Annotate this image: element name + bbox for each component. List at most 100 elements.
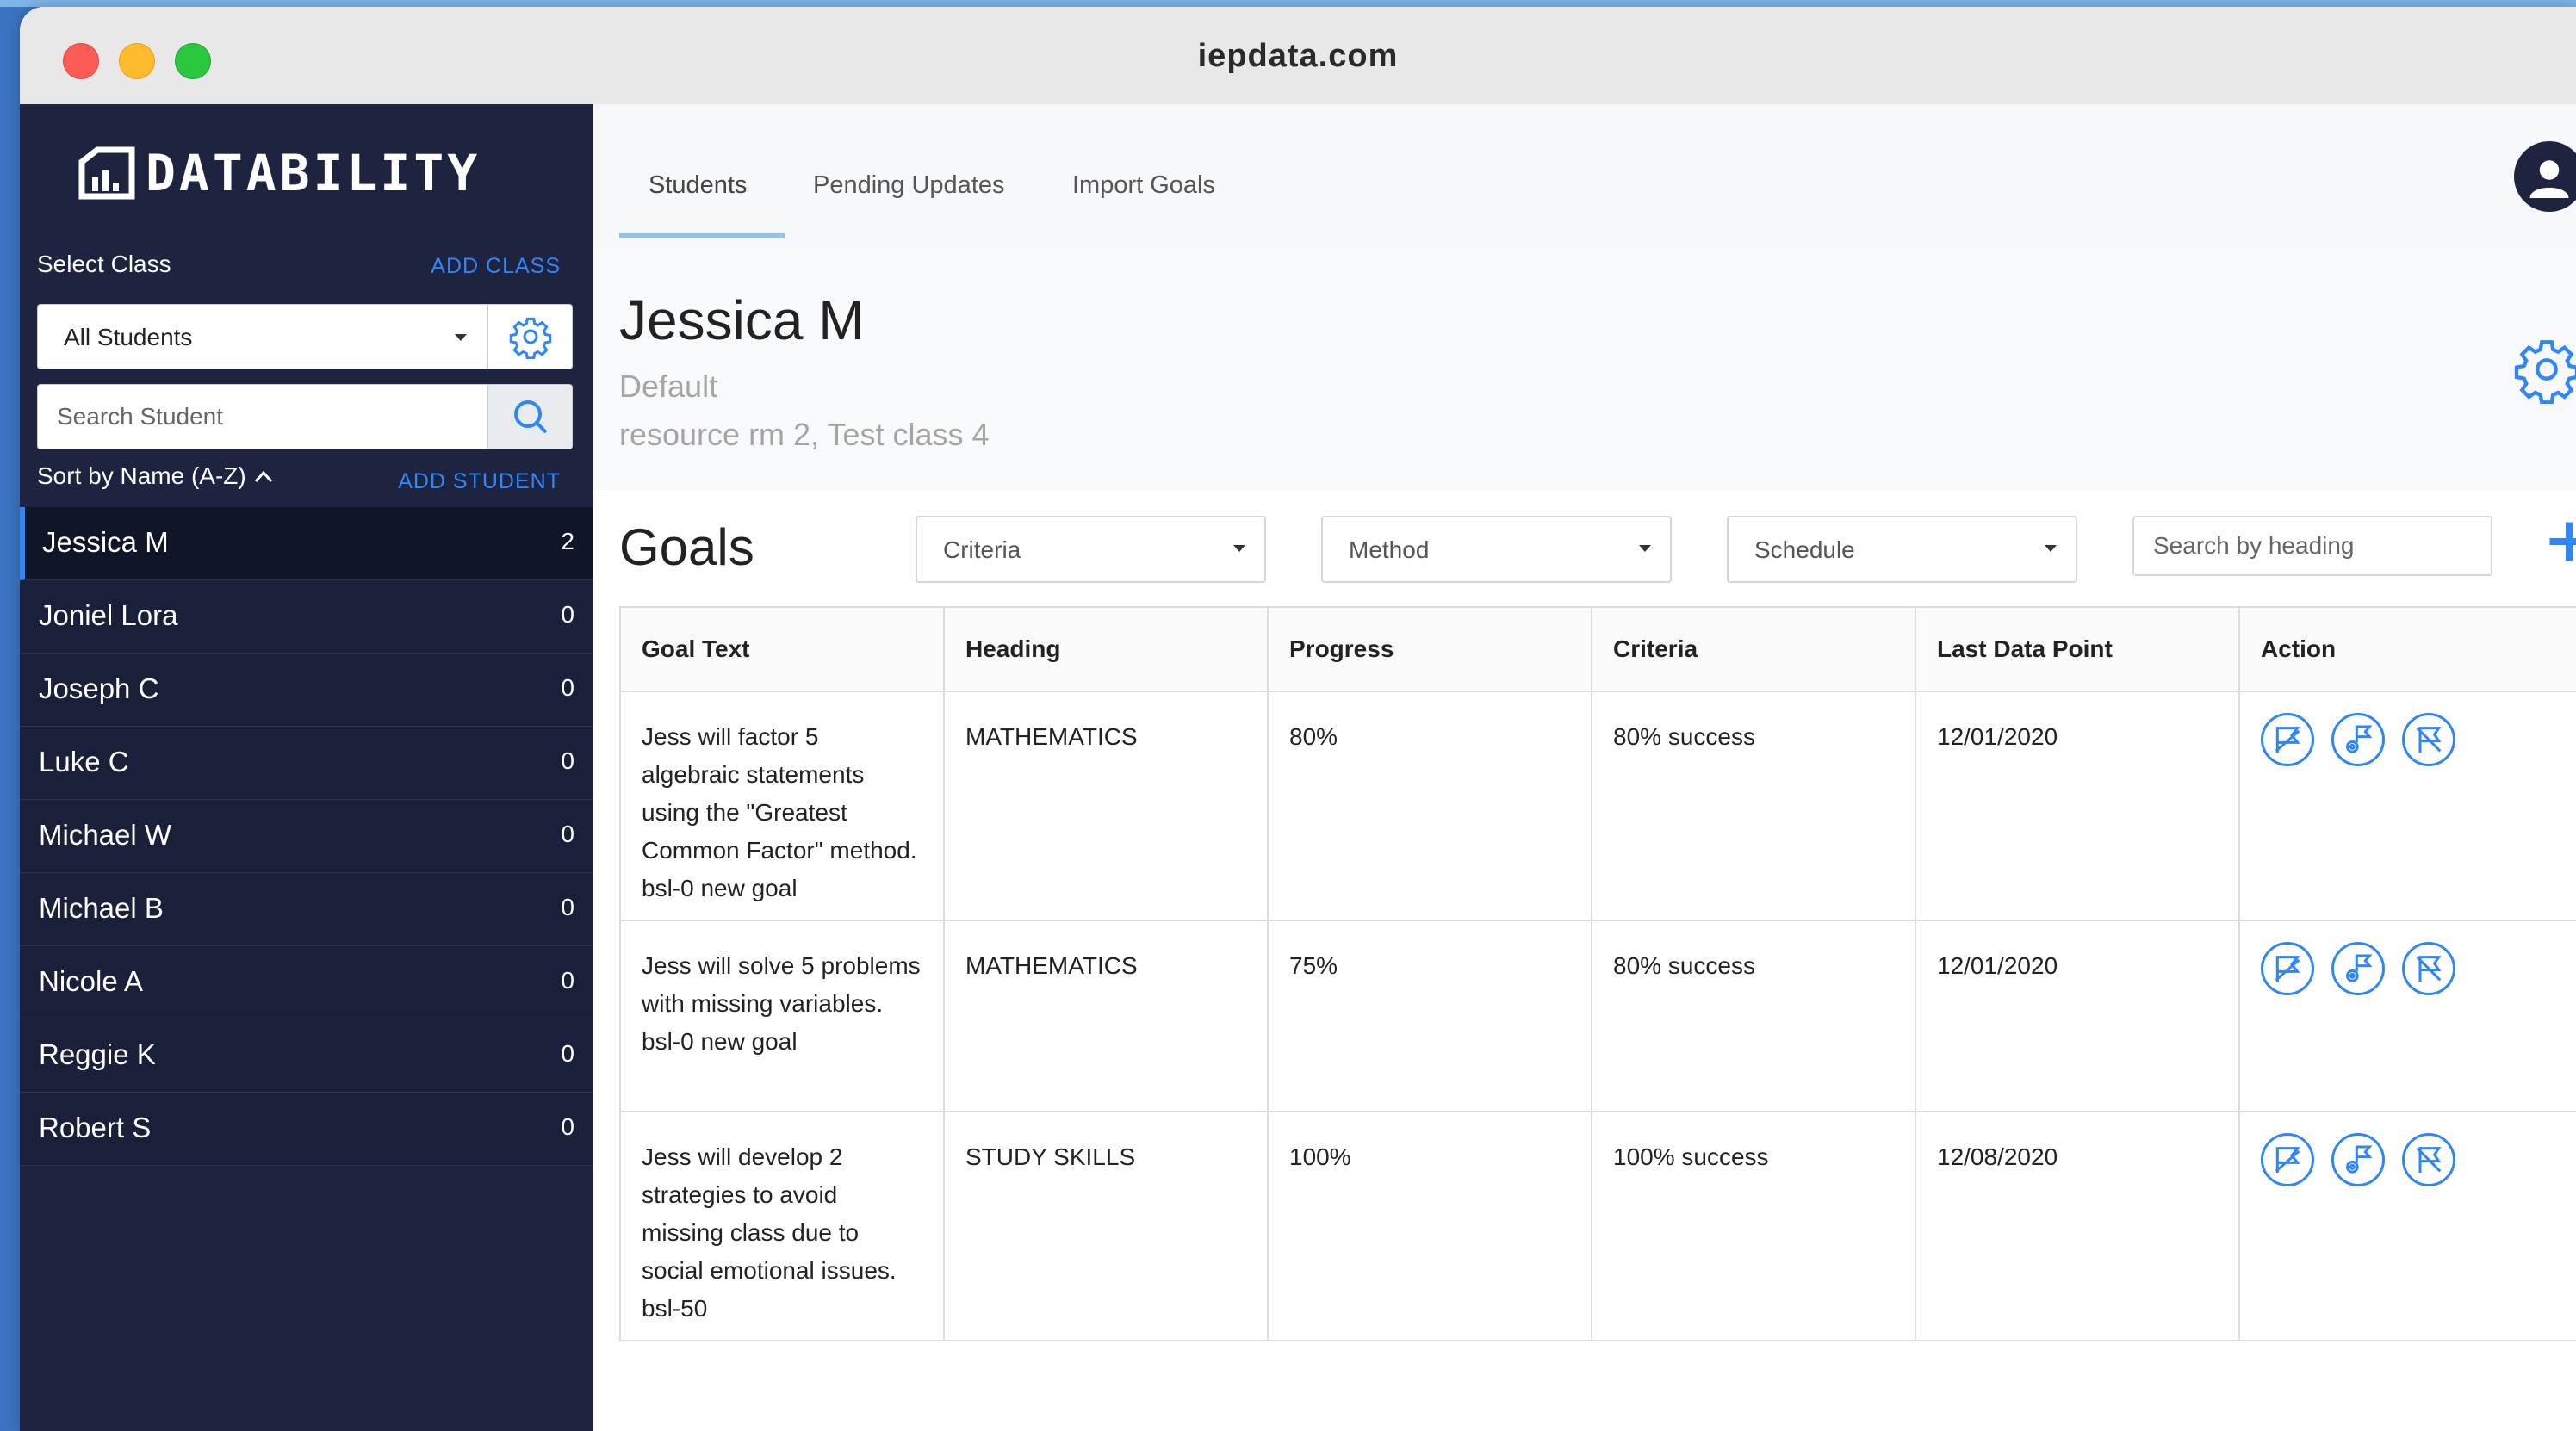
goal-last-data-point: 12/01/2020 (1915, 691, 2240, 921)
student-group: Default (619, 369, 718, 404)
student-item[interactable]: Michael B 0 (20, 873, 593, 946)
title-bar: iepdata.com (20, 7, 2576, 105)
student-name: Joseph C (39, 672, 159, 704)
table-header-row: Goal Text Heading Progress Criteria Last… (619, 606, 2576, 692)
student-goal-count: 0 (561, 747, 574, 774)
class-settings-button[interactable] (488, 304, 573, 369)
student-goal-count: 0 (561, 1113, 574, 1140)
chevron-down-icon (1233, 545, 1245, 552)
student-name: Nicole A (39, 965, 144, 997)
goal-criteria: 100% success (1591, 1111, 1916, 1341)
goals-heading: Goals (619, 518, 754, 576)
goal-progress: 80% (1267, 691, 1592, 921)
goal-heading: MATHEMATICS (943, 920, 1269, 1112)
goal-criteria: 80% success (1591, 920, 1916, 1112)
search-icon (513, 400, 547, 434)
column-header[interactable]: Goal Text (619, 606, 945, 692)
browser-window: iepdata.com DATABILITY Select Class ADD … (20, 7, 2576, 1431)
student-name: Jessica M (42, 526, 169, 558)
datability-logo-icon (78, 146, 135, 200)
logo[interactable]: DATABILITY (78, 146, 481, 201)
goal-text: Jess will factor 5 algebraic statements … (619, 691, 945, 921)
active-tab-indicator (619, 233, 785, 238)
chart-flag-icon[interactable] (2261, 942, 2314, 995)
gear-flag-icon[interactable] (2331, 942, 2385, 995)
search-student-button[interactable] (488, 384, 573, 449)
student-name: Luke C (39, 746, 129, 777)
column-header[interactable]: Heading (943, 606, 1269, 692)
tab-pending-updates[interactable]: Pending Updates (813, 171, 1005, 200)
criteria-select[interactable]: Criteria (916, 516, 1266, 583)
top-nav: Students Pending Updates Import Goals (593, 104, 2576, 249)
student-item[interactable]: Michael W 0 (20, 800, 593, 873)
gear-icon (509, 317, 551, 359)
sort-toggle[interactable]: Sort by Name (A-Z) (37, 462, 274, 490)
plus-icon[interactable] (2543, 516, 2576, 567)
search-student-input[interactable] (37, 384, 488, 449)
method-select-value: Method (1349, 536, 1430, 563)
close-flag-icon[interactable] (2402, 713, 2455, 766)
goal-actions (2238, 1111, 2576, 1341)
url-label: iepdata.com (1197, 38, 1399, 74)
criteria-select-value: Criteria (943, 536, 1021, 563)
class-select[interactable]: All Students (37, 304, 488, 369)
student-item[interactable]: Joniel Lora 0 (20, 580, 593, 654)
student-header: Jessica M Default resource rm 2, Test cl… (593, 249, 2576, 490)
column-header[interactable]: Progress (1267, 606, 1592, 692)
tab-import-goals[interactable]: Import Goals (1072, 171, 1215, 200)
goal-progress: 100% (1267, 1111, 1592, 1341)
student-name: Robert S (39, 1112, 152, 1143)
student-name: Reggie K (39, 1038, 156, 1070)
student-goal-count: 0 (561, 821, 574, 847)
student-classes: resource rm 2, Test class 4 (619, 417, 990, 452)
main-content: Students Pending Updates Import Goals Je… (593, 104, 2576, 1431)
student-item[interactable]: Luke C 0 (20, 727, 593, 800)
schedule-select-value: Schedule (1754, 536, 1855, 563)
add-student-link[interactable]: ADD STUDENT (398, 469, 561, 494)
close-flag-icon[interactable] (2402, 942, 2455, 995)
goal-text: Jess will solve 5 problems with missing … (619, 920, 945, 1112)
student-item[interactable]: Reggie K 0 (20, 1019, 593, 1093)
gear-icon[interactable] (2512, 335, 2576, 404)
chevron-down-icon (455, 334, 467, 341)
student-goal-count: 2 (561, 528, 574, 554)
student-item[interactable]: Joseph C 0 (20, 654, 593, 727)
goals-table: Goal Text Heading Progress Criteria Last… (619, 606, 2576, 1341)
table-row: Jess will solve 5 problems with missing … (619, 920, 2576, 1112)
student-goal-count: 0 (561, 1040, 574, 1067)
heading-search-input[interactable] (2132, 516, 2492, 576)
student-item[interactable]: Robert S 0 (20, 1093, 593, 1166)
student-item[interactable]: Nicole A 0 (20, 946, 593, 1019)
gear-flag-icon[interactable] (2331, 713, 2385, 766)
column-header[interactable]: Last Data Point (1915, 606, 2240, 692)
tab-students[interactable]: Students (649, 171, 747, 200)
chevron-up-icon (254, 470, 272, 483)
student-goal-count: 0 (561, 674, 574, 701)
goal-actions (2238, 691, 2576, 921)
chart-flag-icon[interactable] (2261, 1133, 2314, 1186)
class-select-value: All Students (64, 324, 193, 350)
goal-last-data-point: 12/08/2020 (1915, 1111, 2240, 1341)
student-name: Joniel Lora (39, 599, 178, 631)
schedule-select[interactable]: Schedule (1727, 516, 2077, 583)
logo-text: DATABILITY (146, 144, 481, 202)
add-class-link[interactable]: ADD CLASS (431, 254, 561, 279)
table-row: Jess will factor 5 algebraic statements … (619, 691, 2576, 921)
close-flag-icon[interactable] (2402, 1133, 2455, 1186)
user-avatar[interactable] (2514, 141, 2576, 212)
student-item[interactable]: Jessica M 2 (20, 507, 593, 580)
method-select[interactable]: Method (1321, 516, 1672, 583)
chevron-down-icon (1639, 545, 1651, 552)
chevron-down-icon (2045, 545, 2057, 552)
student-list: Jessica M 2 Joniel Lora 0 Joseph C 0 Luk… (20, 507, 593, 1166)
sidebar: DATABILITY Select Class ADD CLASS All St… (20, 104, 593, 1431)
goal-actions (2238, 920, 2576, 1112)
column-header[interactable]: Criteria (1591, 606, 1916, 692)
chart-flag-icon[interactable] (2261, 713, 2314, 766)
student-name: Michael W (39, 819, 172, 851)
gear-flag-icon[interactable] (2331, 1133, 2385, 1186)
goal-heading: STUDY SKILLS (943, 1111, 1269, 1341)
student-name: Michael B (39, 892, 164, 924)
goal-text: Jess will develop 2 strategies to avoid … (619, 1111, 945, 1341)
desktop-background (0, 0, 2576, 7)
